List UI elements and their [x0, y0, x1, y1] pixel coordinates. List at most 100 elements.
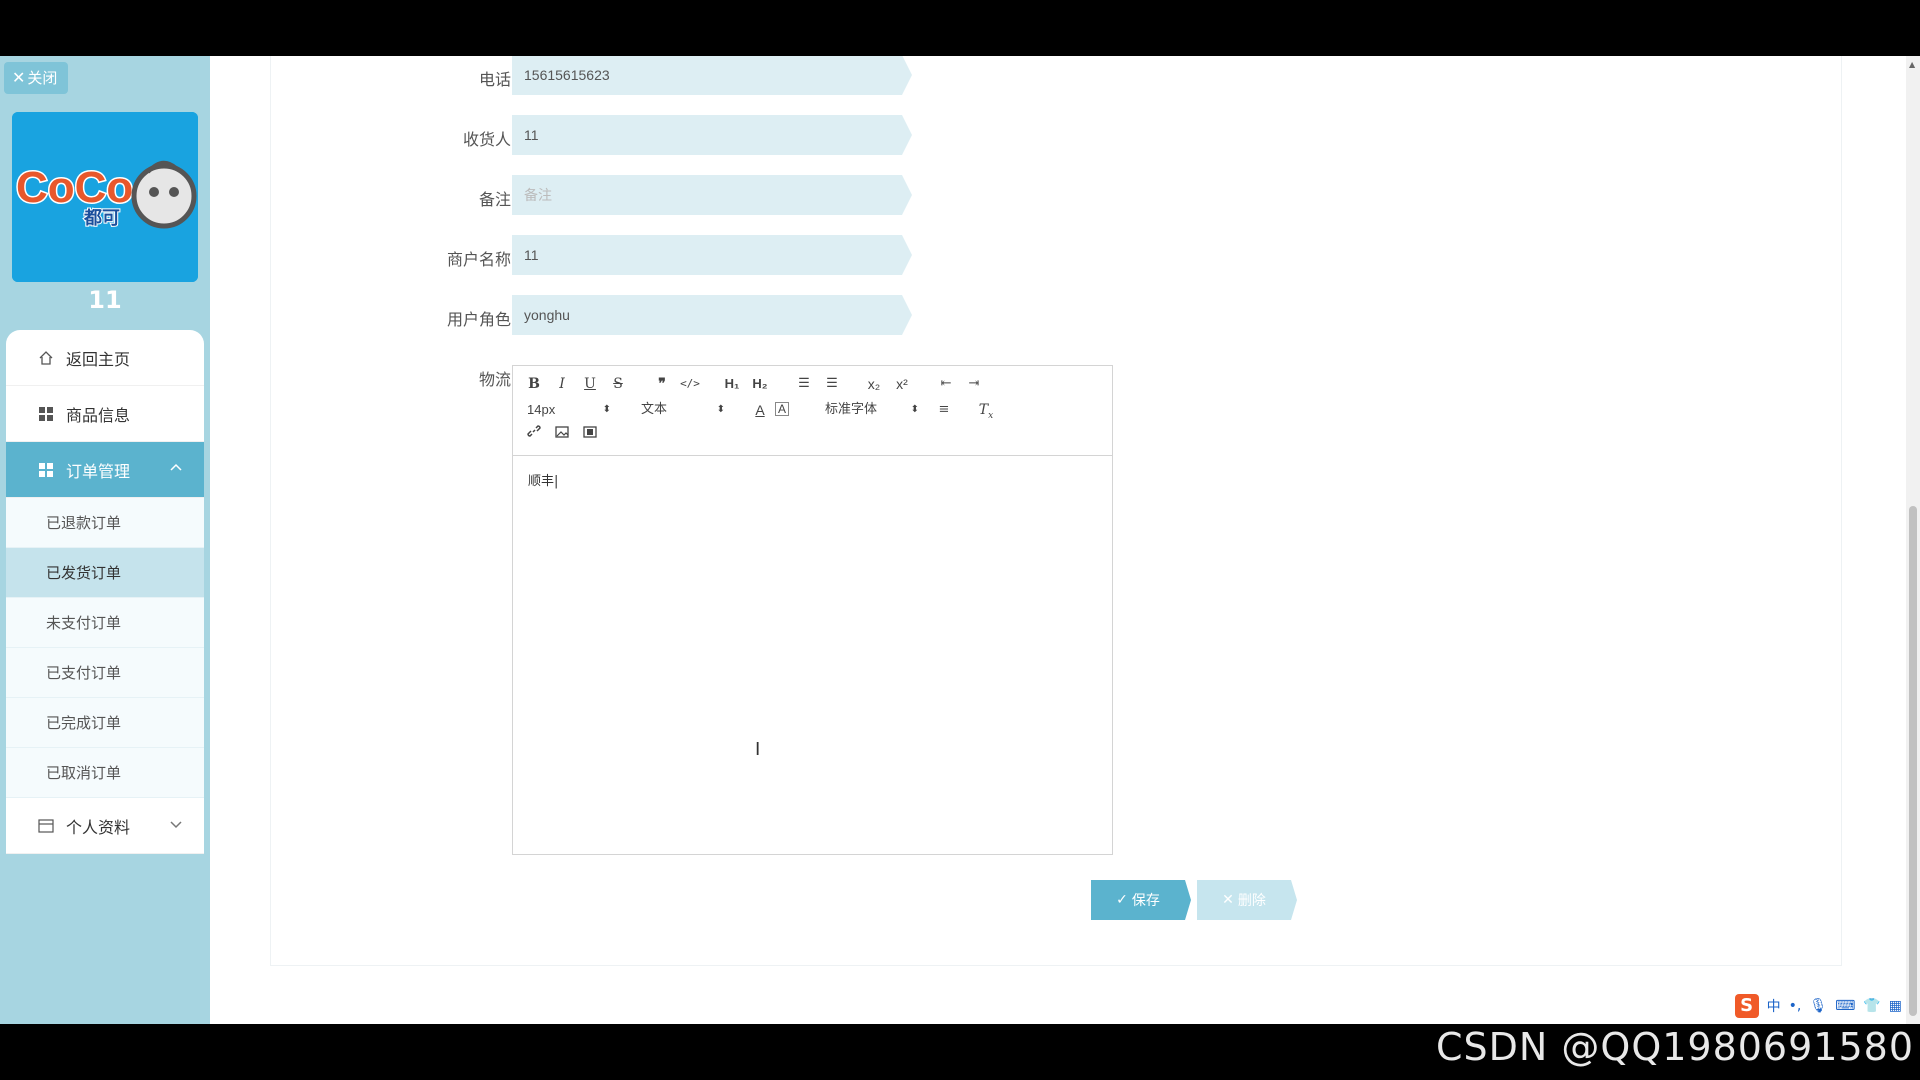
sidebar-item-label: 个人资料 — [66, 817, 131, 837]
close-label: 关闭 — [27, 69, 58, 87]
text-cursor-icon: I — [755, 739, 761, 760]
phone-input[interactable] — [512, 56, 892, 95]
header-select[interactable]: 文本 ⬍ — [641, 400, 725, 420]
coco-logo: CoCo 都可 — [12, 112, 198, 282]
sidebar-subitem-cancelled[interactable]: 已取消订单 — [6, 748, 204, 798]
save-button[interactable]: ✓ 保存 — [1091, 880, 1191, 920]
home-icon — [38, 350, 54, 366]
link-icon[interactable] — [523, 424, 545, 444]
outdent-icon[interactable]: ⇤ — [935, 374, 957, 394]
select-arrows-icon: ⬍ — [910, 404, 919, 415]
app-window: ✕ 关闭 CoCo 都可 11 返回主页 商品信息 订单管理 已退款订单 已发货… — [0, 56, 1920, 1024]
font-color-icon[interactable]: A — [749, 400, 771, 420]
subscript-icon[interactable]: x₂ — [863, 374, 885, 394]
watermark: CSDN @QQ1980691580 — [1435, 1025, 1914, 1069]
sidebar-item-label: 返回主页 — [66, 349, 131, 369]
close-button[interactable]: ✕ 关闭 — [4, 62, 68, 94]
delete-button[interactable]: ✕ 删除 — [1197, 880, 1297, 920]
sidebar-item-profile[interactable]: 个人资料 — [6, 798, 204, 854]
code-block-icon[interactable]: </> — [679, 374, 701, 394]
header-select-value: 文本 — [641, 402, 668, 417]
save-label: 保存 — [1131, 893, 1160, 909]
scroll-thumb[interactable] — [1909, 506, 1917, 1016]
remark-input[interactable] — [512, 175, 892, 215]
skin-icon[interactable]: 👕 — [1863, 998, 1880, 1014]
editor-content[interactable]: 顺丰| — [513, 456, 1112, 854]
background-color-icon[interactable]: A — [775, 402, 789, 416]
superscript-icon[interactable]: x² — [891, 374, 913, 394]
form-card: 电话 收货人 备注 商户名称 用户角色 — [270, 56, 1842, 966]
font-size-select[interactable]: 14px ⬍ — [527, 400, 611, 420]
ime-mode-label[interactable]: 中 — [1767, 996, 1781, 1016]
underline-icon[interactable]: U — [579, 374, 601, 394]
rich-text-editor: B I U S ❞ </> H₁ H₂ ☰ ☰ x₂ x² ⇤ ⇥ 14px ⬍ — [512, 365, 1113, 855]
select-arrows-icon: ⬍ — [716, 404, 725, 415]
grid-icon — [38, 406, 54, 422]
chevron-up-icon — [168, 460, 184, 476]
select-arrows-icon: ⬍ — [602, 404, 611, 415]
indent-icon[interactable]: ⇥ — [963, 374, 985, 394]
video-icon[interactable] — [579, 424, 601, 444]
receiver-label: 收货人 — [462, 130, 511, 149]
check-icon: ✓ — [1116, 892, 1128, 908]
sidebar-item-orders[interactable]: 订单管理 — [6, 442, 204, 498]
bullet-list-icon[interactable]: ☰ — [821, 374, 843, 394]
sogou-ime-icon[interactable]: S — [1734, 994, 1759, 1018]
save-button-content: ✓ 保存 — [1091, 880, 1185, 920]
keyboard-icon[interactable]: ⌨ — [1835, 998, 1855, 1014]
sidebar-subitem-refunded[interactable]: 已退款订单 — [6, 498, 204, 548]
scroll-up-arrow-icon[interactable]: ▲ — [1909, 60, 1915, 69]
remark-field-wrap — [512, 175, 912, 215]
close-icon: ✕ — [1222, 892, 1234, 908]
sidebar-subitem-paid[interactable]: 已支付订单 — [6, 648, 204, 698]
strikethrough-icon[interactable]: S — [607, 374, 629, 394]
delete-label: 删除 — [1237, 893, 1266, 909]
merchant-field-wrap — [512, 235, 912, 275]
bold-icon[interactable]: B — [523, 374, 545, 394]
sidebar-subitem-shipped[interactable]: 已发货订单 — [6, 548, 204, 598]
ime-toolbar: S 中 •, 🎙 ⌨ 👕 ▦ — [1734, 994, 1902, 1018]
italic-icon[interactable]: I — [551, 374, 573, 394]
image-icon[interactable] — [551, 424, 573, 444]
card-icon — [38, 818, 54, 834]
sidebar-subitem-completed[interactable]: 已完成订单 — [6, 698, 204, 748]
merchant-name-label: 商户名称 — [446, 250, 511, 269]
screen-top-bar — [0, 0, 1920, 56]
sidebar: ✕ 关闭 CoCo 都可 11 返回主页 商品信息 订单管理 已退款订单 已发货… — [0, 56, 210, 1024]
remark-label: 备注 — [478, 190, 511, 209]
user-role-label: 用户角色 — [446, 310, 511, 329]
blockquote-icon[interactable]: ❞ — [651, 374, 673, 394]
heading1-icon[interactable]: H₁ — [721, 374, 743, 394]
svg-text:都可: 都可 — [83, 208, 120, 229]
font-family-select[interactable]: 标准字体 ⬍ — [825, 400, 919, 420]
sidebar-menu: 返回主页 商品信息 订单管理 已退款订单 已发货订单 未支付订单 已支付订单 已… — [6, 330, 204, 854]
clear-format-icon[interactable]: Tx — [975, 400, 997, 421]
punctuation-icon[interactable]: •, — [1789, 998, 1802, 1014]
sidebar-item-label: 商品信息 — [66, 405, 131, 425]
sidebar-item-goods[interactable]: 商品信息 — [6, 386, 204, 442]
ordered-list-icon[interactable]: ☰ — [793, 374, 815, 394]
heading2-icon[interactable]: H₂ — [749, 374, 771, 394]
delete-button-content: ✕ 删除 — [1197, 880, 1291, 920]
merchant-name-input[interactable] — [512, 235, 892, 275]
username: 11 — [88, 286, 122, 314]
user-role-input[interactable] — [512, 295, 892, 335]
page-scrollbar[interactable]: ▲ — [1906, 56, 1920, 1024]
editor-toolbar: B I U S ❞ </> H₁ H₂ ☰ ☰ x₂ x² ⇤ ⇥ 14px ⬍ — [513, 366, 1112, 456]
main-content: 电话 收货人 备注 商户名称 用户角色 — [210, 56, 1910, 1024]
sidebar-item-label: 订单管理 — [66, 461, 131, 481]
chevron-down-icon — [168, 816, 184, 832]
microphone-icon[interactable]: 🎙 — [1809, 998, 1827, 1014]
apps-grid-icon[interactable]: ▦ — [1889, 998, 1902, 1014]
logistics-label: 物流 — [478, 370, 511, 389]
phone-label: 电话 — [478, 70, 511, 89]
receiver-field-wrap — [512, 115, 912, 155]
editor-text: 顺丰 — [528, 474, 555, 489]
align-icon[interactable]: ≡ — [933, 400, 955, 420]
receiver-input[interactable] — [512, 115, 892, 155]
sidebar-item-home[interactable]: 返回主页 — [6, 330, 204, 386]
role-field-wrap — [512, 295, 912, 335]
sidebar-subitem-unpaid[interactable]: 未支付订单 — [6, 598, 204, 648]
grid-icon — [38, 462, 54, 478]
avatar: CoCo 都可 — [12, 112, 198, 282]
